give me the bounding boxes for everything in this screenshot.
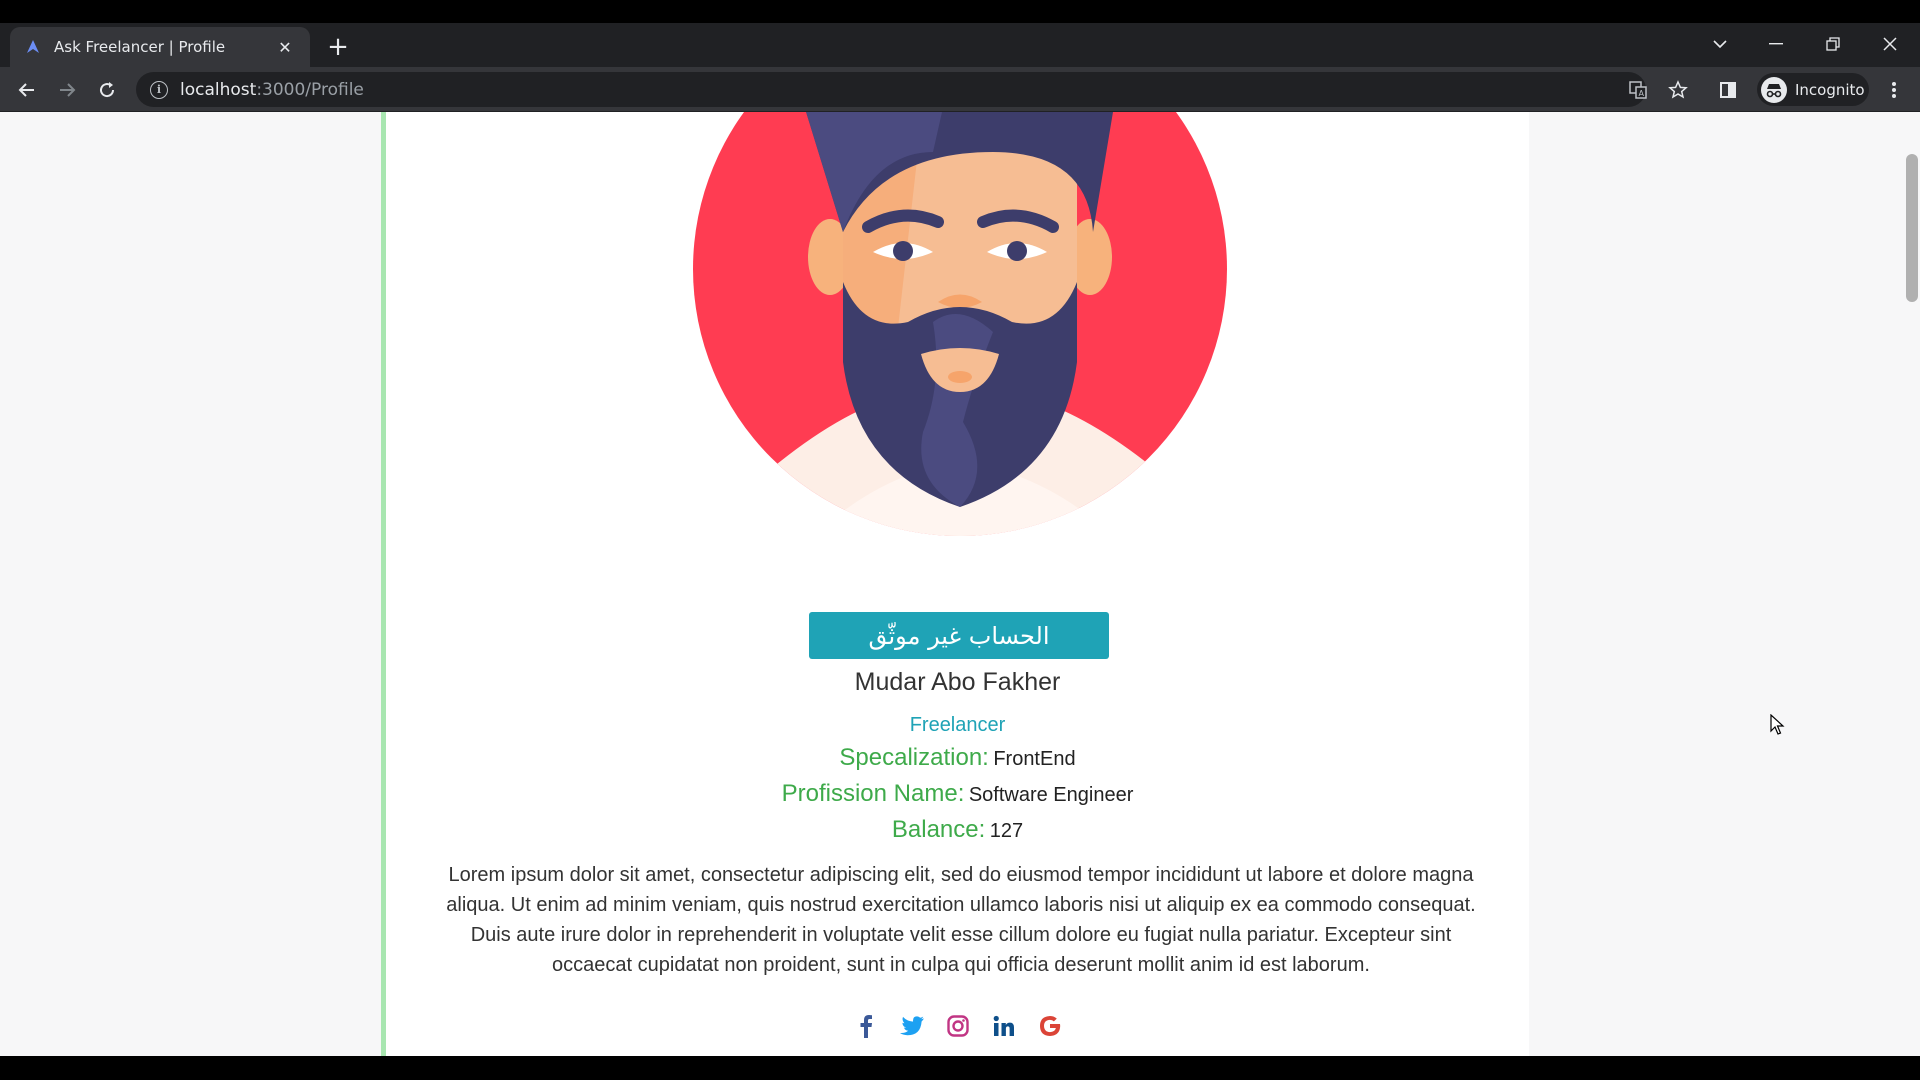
- profession-label: Profission Name:: [781, 780, 965, 807]
- translate-icon[interactable]: A: [1628, 80, 1648, 100]
- account-unverified-button[interactable]: الحساب غير موثّق: [809, 612, 1109, 659]
- window-bottom-border: [0, 1056, 1920, 1080]
- incognito-icon: [1761, 76, 1787, 103]
- side-panel-icon[interactable]: [1714, 76, 1742, 104]
- instagram-icon[interactable]: [945, 1012, 971, 1040]
- profession-row: Profission Name: Software Engineer: [386, 780, 1529, 808]
- minimize-icon[interactable]: [1756, 29, 1796, 59]
- twitter-icon[interactable]: [899, 1012, 925, 1040]
- google-icon[interactable]: [1037, 1012, 1063, 1040]
- specialization-row: Specalization: FrontEnd: [386, 744, 1529, 772]
- facebook-icon[interactable]: [853, 1012, 879, 1040]
- site-info-icon[interactable]: i: [150, 80, 168, 99]
- incognito-profile-button[interactable]: Incognito: [1757, 73, 1869, 106]
- address-bar[interactable]: i localhost:3000/Profile A: [136, 72, 1688, 107]
- balance-row: Balance: 127: [386, 816, 1529, 844]
- bookmark-star-icon[interactable]: [1668, 80, 1688, 100]
- incognito-label: Incognito: [1795, 80, 1865, 99]
- scrollbar-thumb[interactable]: [1906, 154, 1918, 302]
- new-tab-icon[interactable]: +: [323, 32, 353, 62]
- page-scrollbar[interactable]: [1904, 112, 1920, 1056]
- profile-bio: Lorem ipsum dolor sit amet, consectetur …: [446, 864, 1476, 976]
- profession-value: Software Engineer: [968, 784, 1134, 806]
- profile-card: الحساب غير موثّق Mudar Abo Fakher Freela…: [381, 112, 1529, 1056]
- tab-title: Ask Freelancer | Profile: [54, 38, 226, 56]
- tab-profile[interactable]: Ask Freelancer | Profile ✕: [10, 27, 310, 67]
- avatar: [693, 112, 1227, 536]
- svg-text:A: A: [1639, 89, 1645, 98]
- page-viewport: الحساب غير موثّق Mudar Abo Fakher Freela…: [0, 112, 1920, 1056]
- specialization-label: Specalization:: [839, 744, 989, 771]
- back-icon[interactable]: [11, 74, 43, 106]
- url-path: :3000/Profile: [256, 79, 364, 100]
- profile-name: Mudar Abo Fakher: [854, 668, 1061, 696]
- site-favicon-icon: [24, 38, 42, 56]
- browser-menu-icon[interactable]: [1880, 76, 1908, 104]
- balance-label: Balance:: [891, 816, 986, 843]
- tab-strip: Ask Freelancer | Profile ✕ +: [0, 23, 1920, 67]
- close-tab-icon[interactable]: ✕: [274, 36, 296, 58]
- social-links: [386, 1012, 1529, 1040]
- window-top-border: [0, 0, 1920, 23]
- restore-icon[interactable]: [1813, 29, 1853, 59]
- url-host: localhost: [180, 79, 257, 100]
- balance-value: 127: [989, 820, 1024, 842]
- reload-icon[interactable]: [91, 74, 123, 106]
- forward-icon[interactable]: [51, 74, 83, 106]
- mouse-cursor-icon: [1770, 714, 1785, 735]
- tab-search-icon[interactable]: [1700, 29, 1740, 59]
- specialization-value: FrontEnd: [993, 748, 1076, 770]
- close-window-icon[interactable]: [1870, 29, 1910, 59]
- browser-toolbar: i localhost:3000/Profile A Incognito: [0, 67, 1920, 112]
- linkedin-icon[interactable]: [991, 1012, 1017, 1040]
- profile-role: Freelancer: [909, 714, 1006, 736]
